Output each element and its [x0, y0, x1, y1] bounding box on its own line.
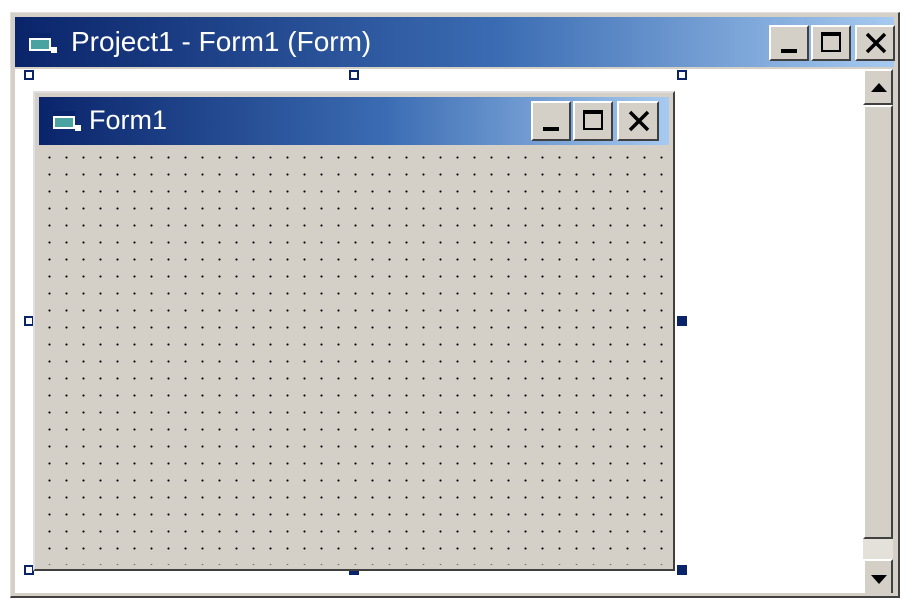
vertical-scrollbar[interactable]: [863, 69, 893, 593]
scroll-thumb[interactable]: [863, 105, 893, 539]
close-button[interactable]: [855, 25, 895, 61]
form1-maximize-button[interactable]: [573, 101, 613, 141]
designer-window: Project1 - Form1 (Form) Form1: [10, 12, 900, 598]
maximize-button[interactable]: [811, 25, 851, 61]
arrow-up-icon: [870, 81, 888, 99]
minimize-icon: [781, 49, 797, 53]
form1-design-grid[interactable]: [39, 147, 669, 565]
form-icon: [53, 111, 83, 138]
resize-handle-bottom-right[interactable]: [677, 565, 687, 575]
form1-close-button[interactable]: [617, 101, 659, 141]
close-icon: [863, 30, 889, 61]
form-icon: [29, 33, 59, 60]
minimize-button[interactable]: [769, 25, 809, 61]
form1-minimize-button[interactable]: [531, 101, 571, 141]
resize-handle-top-left: [24, 70, 34, 80]
resize-handle-middle-right[interactable]: [677, 316, 687, 326]
designer-client-area: Form1: [15, 69, 893, 593]
form1-title-bar[interactable]: Form1: [39, 97, 669, 145]
maximize-icon: [583, 110, 603, 130]
designer-title: Project1 - Form1 (Form): [71, 26, 372, 57]
scroll-down-button[interactable]: [863, 559, 893, 593]
resize-handle-top-right: [677, 70, 687, 80]
scroll-up-button[interactable]: [863, 69, 893, 105]
arrow-down-icon: [870, 573, 888, 591]
close-icon: [626, 108, 652, 139]
form1-window[interactable]: Form1: [33, 91, 675, 571]
resize-handle-top-center: [349, 70, 359, 80]
minimize-icon: [543, 127, 559, 131]
form1-title: Form1: [89, 105, 168, 135]
maximize-icon: [821, 32, 841, 52]
designer-title-bar[interactable]: Project1 - Form1 (Form): [15, 17, 895, 67]
